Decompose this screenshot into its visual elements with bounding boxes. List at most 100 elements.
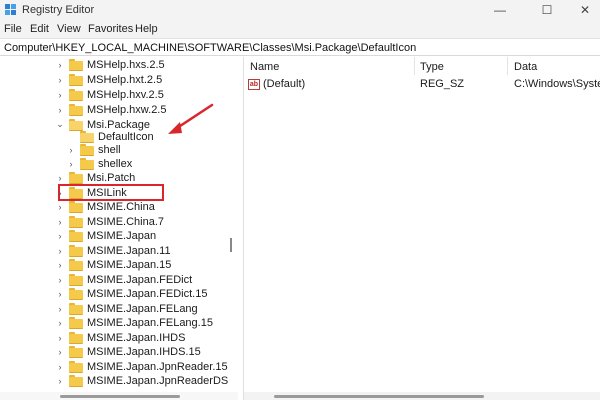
tree-item-label: MSIME.Japan.11 xyxy=(87,244,171,257)
chevron-right-icon[interactable]: › xyxy=(55,90,65,100)
values-list-pane[interactable]: Name Type Data ab (Default) REG_SZ C:\Wi… xyxy=(244,57,600,400)
folder-icon xyxy=(80,144,94,156)
window-title: Registry Editor xyxy=(22,4,95,16)
menu-favorites[interactable]: Favorites xyxy=(88,23,133,35)
tree-item[interactable]: › MSHelp.hxv.2.5 xyxy=(55,87,164,102)
chevron-right-icon[interactable]: › xyxy=(55,105,65,115)
tree-item-label: MSIME.Japan.JpnReaderDS xyxy=(87,374,229,387)
tree-item[interactable]: › shell xyxy=(66,142,121,157)
folder-icon xyxy=(69,74,83,86)
tree-item[interactable]: › MSIME.Japan.FEDict.15 xyxy=(55,286,207,301)
close-button[interactable]: ✕ xyxy=(565,0,600,20)
chevron-right-icon[interactable]: › xyxy=(55,75,65,85)
chevron-right-icon[interactable]: › xyxy=(55,376,65,386)
tree-item[interactable]: › MSHelp.hxw.2.5 xyxy=(55,102,166,117)
tree-item-label: shell xyxy=(98,143,121,156)
column-header-name[interactable]: Name xyxy=(250,61,279,73)
tree-item-label: DefaultIcon xyxy=(98,130,154,143)
tree-item-label: MSHelp.hxt.2.5 xyxy=(87,73,163,86)
chevron-right-icon[interactable]: › xyxy=(55,173,65,183)
tree-item[interactable]: › shellex xyxy=(66,156,132,171)
chevron-right-icon[interactable]: › xyxy=(55,60,65,70)
folder-icon xyxy=(69,274,83,286)
tree-item[interactable]: › MSIME.Japan.FELang.15 xyxy=(55,315,213,330)
folder-icon xyxy=(69,317,83,329)
tree-item[interactable]: › MSIME.Japan xyxy=(55,228,156,243)
folder-icon xyxy=(80,158,94,170)
tree-item-label: MSIME.Japan.FELang xyxy=(87,302,198,315)
chevron-right-icon[interactable]: › xyxy=(55,304,65,314)
column-header-data[interactable]: Data xyxy=(514,61,537,73)
tree-item[interactable]: › MSHelp.hxt.2.5 xyxy=(55,72,162,87)
chevron-right-icon[interactable]: › xyxy=(55,188,65,198)
tree-item[interactable]: › MSIME.China xyxy=(55,199,155,214)
tree-item[interactable]: › MSIME.Japan.FELang xyxy=(55,301,198,316)
values-horizontal-scrollbar[interactable] xyxy=(244,392,600,400)
chevron-right-icon[interactable]: › xyxy=(55,289,65,299)
string-value-icon: ab xyxy=(248,79,260,90)
folder-icon xyxy=(69,187,83,199)
tree-item-label: MSIME.China.7 xyxy=(87,215,165,228)
chevron-right-icon[interactable]: › xyxy=(55,333,65,343)
tree-item[interactable]: › Msi.Patch xyxy=(55,170,135,185)
value-name: (Default) xyxy=(263,78,306,90)
folder-icon xyxy=(69,104,83,116)
folder-icon xyxy=(69,230,83,242)
chevron-right-icon[interactable]: › xyxy=(55,260,65,270)
tree-item-label: MSIME.China xyxy=(87,200,155,213)
column-header-type[interactable]: Type xyxy=(420,61,444,73)
tree-item[interactable]: › MSILink xyxy=(55,185,127,200)
folder-icon xyxy=(69,59,83,71)
menu-file[interactable]: File xyxy=(4,23,22,35)
chevron-right-icon[interactable]: › xyxy=(55,217,65,227)
chevron-right-icon[interactable]: › xyxy=(55,202,65,212)
tree-item[interactable]: › MSIME.Japan.JpnReader.15 xyxy=(55,359,228,374)
tree-item[interactable]: › MSIME.China.7 xyxy=(55,214,164,229)
tree-item[interactable]: › MSIME.Japan.JpnReaderDS xyxy=(55,373,228,388)
tree-item-label: MSIME.Japan.15 xyxy=(87,258,172,271)
tree-item-label: MSIME.Japan.IHDS.15 xyxy=(87,345,201,358)
column-separator[interactable] xyxy=(414,57,415,75)
folder-icon xyxy=(69,346,83,358)
tree-item-label: MSIME.Japan.FEDict.15 xyxy=(87,287,208,300)
value-data: C:\Windows\System xyxy=(514,78,600,90)
maximize-button[interactable]: ☐ xyxy=(527,0,567,20)
value-type: REG_SZ xyxy=(420,78,465,90)
chevron-right-icon[interactable]: › xyxy=(55,246,65,256)
menu-bar: File Edit View Favorites Help xyxy=(0,20,600,38)
chevron-right-icon[interactable]: › xyxy=(66,159,76,169)
chevron-right-icon[interactable]: › xyxy=(55,231,65,241)
menu-edit[interactable]: Edit xyxy=(30,23,49,35)
folder-icon xyxy=(69,172,83,184)
scrollbar-thumb[interactable] xyxy=(274,395,484,398)
chevron-right-icon[interactable]: › xyxy=(55,362,65,372)
tree-item[interactable]: › MSIME.Japan.IHDS xyxy=(55,330,185,345)
menu-view[interactable]: View xyxy=(57,23,81,35)
tree-horizontal-scrollbar[interactable] xyxy=(0,392,238,400)
tree-item[interactable]: › MSHelp.hxs.2.5 xyxy=(55,57,165,72)
chevron-down-icon[interactable]: ⌄ xyxy=(55,119,65,130)
tree-item-label: MSHelp.hxv.2.5 xyxy=(87,88,164,101)
pane-splitter-handle[interactable] xyxy=(230,238,232,252)
folder-icon xyxy=(69,259,83,271)
tree-item[interactable]: › MSIME.Japan.FEDict xyxy=(55,272,192,287)
tree-item[interactable]: › MSIME.Japan.15 xyxy=(55,257,171,272)
folder-icon xyxy=(69,245,83,257)
tree-item-label: MSIME.Japan.FELang.15 xyxy=(87,316,213,329)
address-path[interactable]: Computer\HKEY_LOCAL_MACHINE\SOFTWARE\Cla… xyxy=(4,42,416,54)
scrollbar-thumb[interactable] xyxy=(60,395,180,398)
tree-item-label: Msi.Patch xyxy=(87,171,136,184)
chevron-right-icon[interactable]: › xyxy=(55,347,65,357)
tree-item-label: MSIME.Japan.IHDS xyxy=(87,331,186,344)
chevron-right-icon[interactable]: › xyxy=(55,275,65,285)
tree-item-label: MSHelp.hxs.2.5 xyxy=(87,58,165,71)
tree-item-label: shellex xyxy=(98,157,133,170)
chevron-right-icon[interactable]: › xyxy=(55,318,65,328)
address-bar[interactable]: Computer\HKEY_LOCAL_MACHINE\SOFTWARE\Cla… xyxy=(0,38,600,56)
column-separator[interactable] xyxy=(507,57,508,75)
tree-item[interactable]: › MSIME.Japan.IHDS.15 xyxy=(55,344,201,359)
menu-help[interactable]: Help xyxy=(135,23,158,35)
chevron-right-icon[interactable]: › xyxy=(66,145,76,155)
minimize-button[interactable]: — xyxy=(480,0,520,20)
tree-item[interactable]: › MSIME.Japan.11 xyxy=(55,243,171,258)
